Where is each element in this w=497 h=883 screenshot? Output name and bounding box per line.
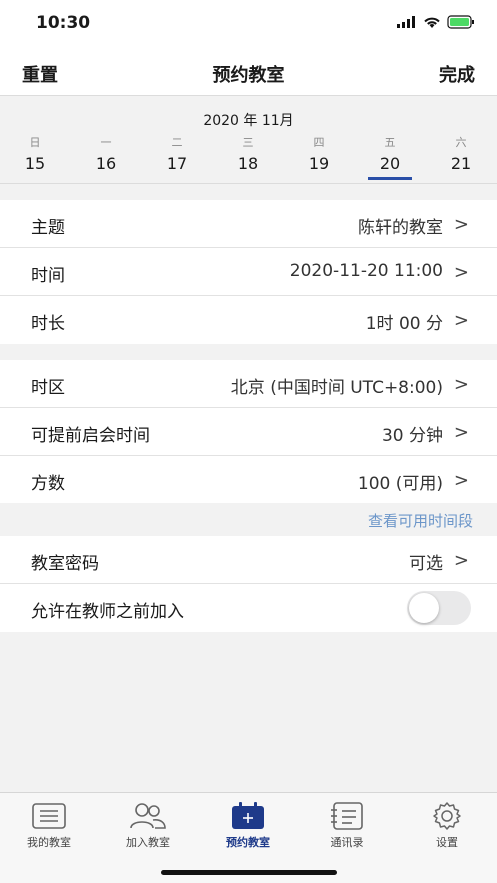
toggle-knob [409, 593, 439, 623]
calendar-add-icon [232, 802, 264, 829]
time-row[interactable]: 时间 2020-11-20 11:00 > [0, 248, 497, 296]
tab-join-classroom[interactable]: 加入教室 [108, 801, 188, 850]
row-value: 30 分钟 [381, 426, 443, 446]
tab-contacts[interactable]: 通讯录 [307, 801, 387, 850]
day-of-week-label: 六 [455, 136, 467, 149]
day-of-week-label: 三 [242, 136, 254, 149]
tab-label: 设置 [436, 836, 458, 849]
chevron-right-icon: > [453, 550, 469, 571]
calendar-day-sunday[interactable]: 日 15 [10, 134, 60, 173]
row-label: 时间 [31, 266, 65, 286]
tab-label: 我的教室 [27, 836, 71, 849]
day-number: 15 [24, 154, 46, 173]
tab-bar: 我的教室 加入教室 预约教室 通讯录 设置 [0, 792, 497, 883]
signal-icon [397, 16, 415, 28]
password-row[interactable]: 教室密码 可选 > [0, 536, 497, 584]
day-number: 18 [237, 154, 259, 173]
calendar-day-saturday[interactable]: 六 21 [436, 134, 486, 173]
tab-label: 通讯录 [330, 836, 364, 849]
timezone-row[interactable]: 时区 北京 (中国时间 UTC+8:00) > [0, 360, 497, 408]
row-label: 教室密码 [31, 554, 99, 574]
row-value: 陈轩的教室 [358, 218, 443, 238]
row-label: 时长 [31, 314, 65, 334]
row-value: 1时 00 分 [365, 314, 443, 334]
row-value: 可选 [409, 554, 443, 574]
contacts-icon [331, 802, 363, 830]
wifi-icon [424, 17, 440, 28]
chevron-right-icon: > [453, 214, 469, 235]
calendar-day-thursday[interactable]: 四 19 [294, 134, 344, 173]
week-calendar: 2020 年 11月 日 15 一 16 二 17 三 18 四 19 五 20… [0, 96, 497, 184]
status-time: 10:30 [36, 13, 91, 33]
early-start-row[interactable]: 可提前启会时间 30 分钟 > [0, 408, 497, 456]
meeting-basic-settings: 主题 陈轩的教室 > 时间 2020-11-20 11:00 > 时长 1时 0… [0, 200, 497, 344]
calendar-day-wednesday[interactable]: 三 18 [223, 134, 273, 173]
day-number: 17 [166, 154, 188, 173]
day-number: 20 [365, 154, 415, 180]
meeting-advanced-settings: 时区 北京 (中国时间 UTC+8:00) > 可提前启会时间 30 分钟 > … [0, 360, 497, 504]
day-number: 21 [450, 154, 472, 173]
gear-icon [433, 802, 461, 830]
chevron-right-icon: > [453, 374, 469, 395]
calendar-day-tuesday[interactable]: 二 17 [152, 134, 202, 173]
row-value: 北京 (中国时间 UTC+8:00) [230, 378, 443, 398]
calendar-day-monday[interactable]: 一 16 [81, 134, 131, 173]
day-of-week-label: 四 [313, 136, 325, 149]
meeting-security-settings: 教室密码 可选 > 允许在教师之前加入 [0, 536, 497, 632]
tab-schedule-classroom[interactable]: 预约教室 [208, 801, 288, 850]
navigation-bar: 重置 预约教室 完成 [0, 48, 497, 96]
day-number: 19 [308, 154, 330, 173]
join-before-host-row: 允许在教师之前加入 [0, 584, 497, 632]
calendar-month: 2020 年 11月 [203, 113, 294, 129]
tab-label: 预约教室 [226, 836, 270, 849]
row-label: 允许在教师之前加入 [31, 602, 184, 622]
day-of-week-label: 五 [384, 136, 396, 149]
tab-my-classrooms[interactable]: 我的教室 [9, 801, 89, 850]
join-before-host-toggle[interactable] [407, 591, 471, 625]
topic-row[interactable]: 主题 陈轩的教室 > [0, 200, 497, 248]
row-value: 100 (可用) [357, 474, 443, 494]
reset-button[interactable]: 重置 [22, 61, 58, 87]
row-label: 主题 [31, 218, 65, 238]
day-number: 16 [95, 154, 117, 173]
row-value: 2020-11-20 11:00 [289, 261, 443, 281]
chevron-right-icon: > [453, 470, 469, 491]
status-icons [397, 15, 475, 29]
tab-label: 加入教室 [126, 836, 170, 849]
calendar-day-friday-selected[interactable]: 五 20 [365, 134, 415, 180]
page-title: 预约教室 [212, 65, 285, 86]
chevron-right-icon: > [453, 310, 469, 331]
battery-icon [447, 15, 474, 29]
available-time-link-row: 查看可用时间段 [0, 503, 497, 535]
day-of-week-label: 一 [100, 136, 112, 149]
list-icon [32, 803, 66, 829]
tab-settings[interactable]: 设置 [407, 801, 487, 850]
chevron-right-icon: > [453, 422, 469, 443]
chevron-right-icon: > [453, 262, 469, 283]
day-of-week-label: 日 [29, 136, 41, 149]
status-bar: 10:30 [0, 0, 497, 48]
row-label: 时区 [31, 378, 65, 398]
row-label: 可提前启会时间 [31, 426, 150, 446]
done-button[interactable]: 完成 [439, 61, 475, 87]
people-icon [130, 803, 166, 829]
duration-row[interactable]: 时长 1时 00 分 > [0, 296, 497, 344]
view-available-time-link[interactable]: 查看可用时间段 [368, 510, 473, 531]
row-label: 方数 [31, 474, 65, 494]
home-indicator [161, 870, 337, 875]
participants-row[interactable]: 方数 100 (可用) > [0, 456, 497, 504]
day-of-week-label: 二 [171, 136, 183, 149]
